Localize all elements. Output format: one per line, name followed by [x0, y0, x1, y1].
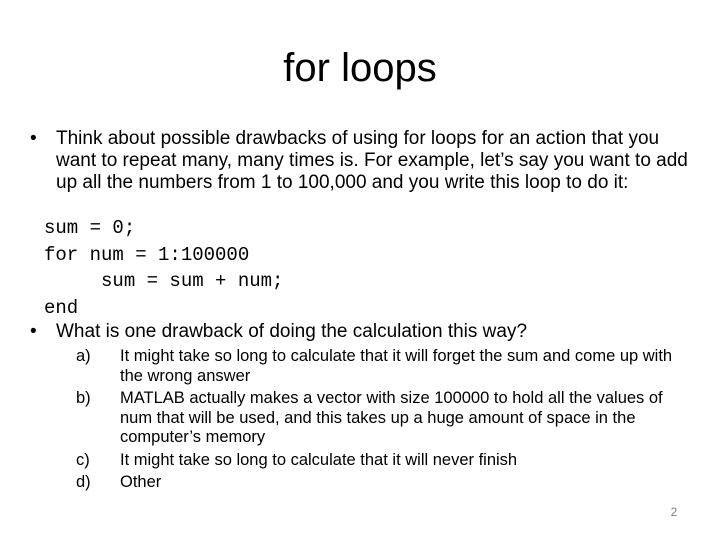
answer-option-b: b) MATLAB actually makes a vector with s…: [76, 389, 696, 448]
answer-option-c: c) It might take so long to calculate th…: [76, 451, 696, 471]
code-line: end: [44, 296, 79, 319]
answer-label: a): [76, 347, 91, 365]
answer-text: It might take so long to calculate that …: [120, 450, 518, 469]
slide-title: for loops: [283, 46, 437, 90]
answer-text: Other: [120, 473, 162, 491]
answer-option-a: a) It might take so long to calculate th…: [76, 347, 696, 386]
answer-text: It might take so long to calculate that …: [120, 347, 673, 385]
bullet-marker: •: [30, 321, 37, 342]
code-line: sum = sum + num;: [44, 270, 284, 292]
answer-label: d): [76, 473, 91, 491]
bullet-text: What is one drawback of doing the calcul…: [56, 321, 528, 342]
bullet-text: Think about possible drawbacks of using …: [56, 128, 688, 193]
bullet-intro: • Think about possible drawbacks of usin…: [30, 128, 690, 194]
page-number: 2: [670, 505, 678, 519]
code-line: for num = 1:100000: [44, 243, 250, 266]
bullet-marker: •: [30, 128, 37, 149]
code-block: sum = 0; for num = 1:100000 sum = sum + …: [44, 215, 283, 321]
answer-option-d: d) Other: [76, 473, 696, 493]
answer-text: MATLAB actually makes a vector with size…: [120, 389, 663, 446]
bullet-question: • What is one drawback of doing the calc…: [30, 321, 690, 343]
code-line: sum = 0;: [44, 217, 136, 239]
answer-label: b): [76, 389, 91, 407]
answer-list: a) It might take so long to calculate th…: [76, 347, 696, 496]
answer-label: c): [76, 450, 90, 469]
